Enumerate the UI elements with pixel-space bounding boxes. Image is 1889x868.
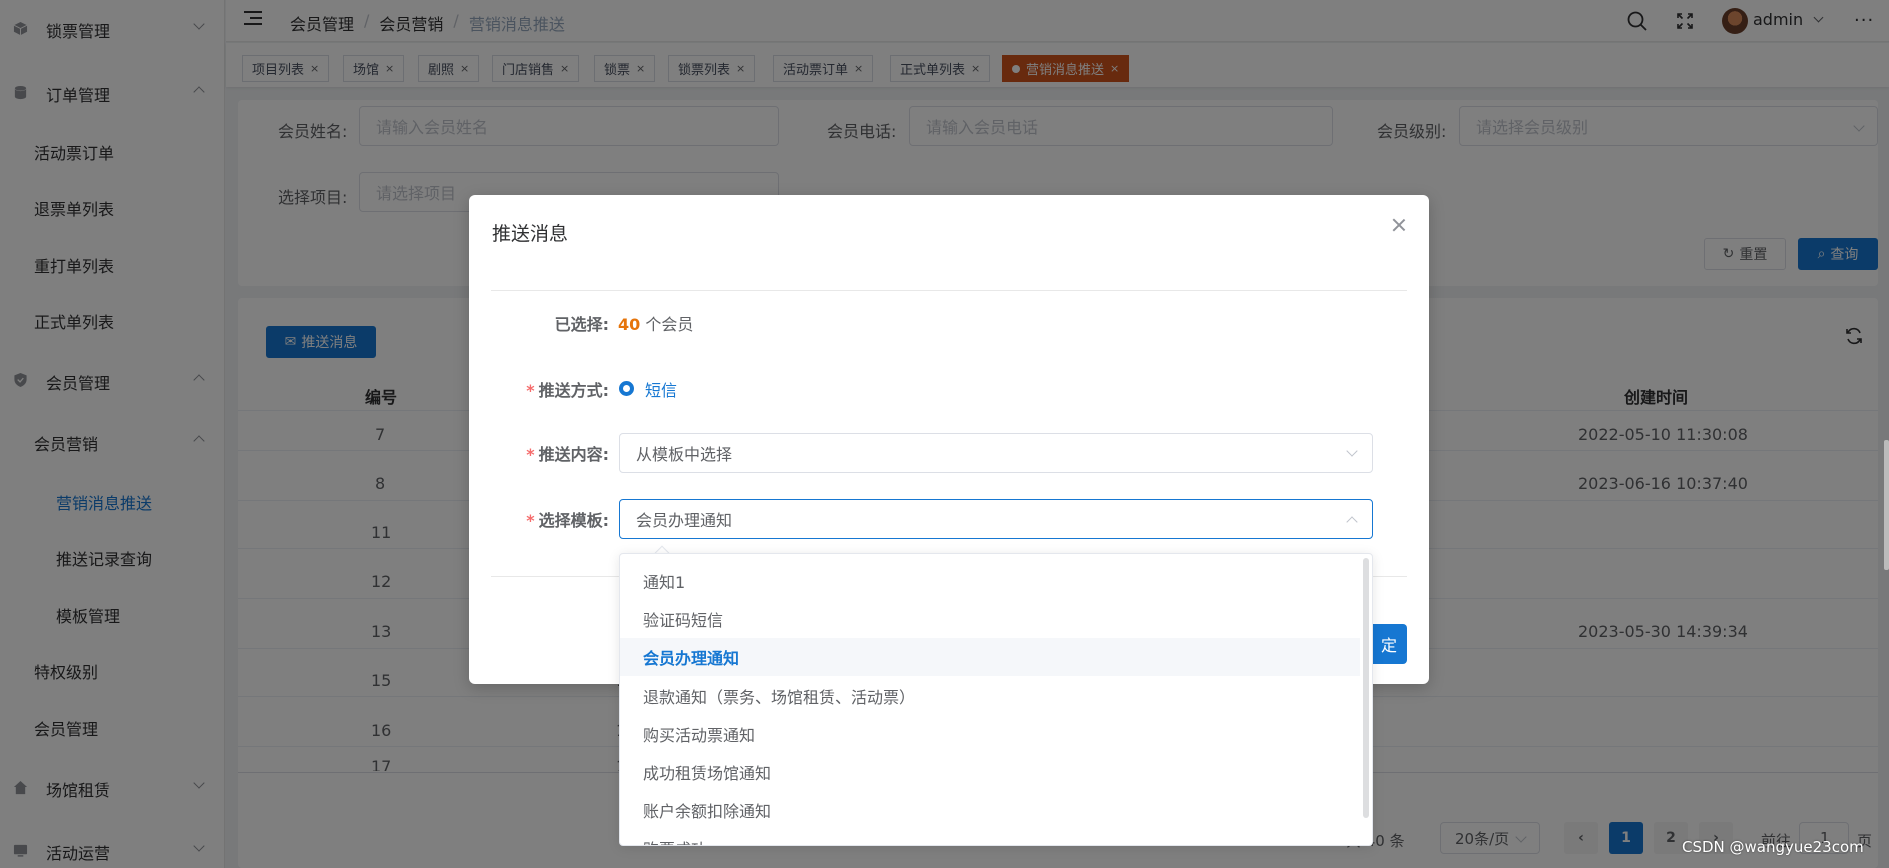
watermark: CSDN @wangyue23com [1682, 838, 1864, 856]
dropdown-scrollbar[interactable] [1363, 558, 1369, 818]
template-dropdown: 通知1 验证码短信 会员办理通知 退款通知（票务、场馆租赁、活动票） 购买活动票… [619, 553, 1373, 846]
chevron-down-icon [1346, 445, 1358, 457]
dropdown-option-selected[interactable]: 会员办理通知 [620, 638, 1360, 676]
dialog-title: 推送消息 [492, 223, 569, 245]
divider [491, 290, 1407, 291]
template-label-text: 选择模板: [538, 511, 609, 530]
chevron-up-icon [1346, 516, 1358, 528]
selected-count-value: 40 [618, 315, 641, 334]
sms-radio-label[interactable]: 短信 [645, 377, 677, 401]
dropdown-option[interactable]: 成功租赁场馆通知 [620, 753, 1360, 791]
dropdown-option[interactable]: 退款通知（票务、场馆租赁、活动票） [620, 677, 1360, 715]
dropdown-option[interactable]: 账户余额扣除通知 [620, 791, 1360, 829]
template-label: * 选择模板: [526, 511, 609, 530]
dropdown-option[interactable]: 购票成功 [620, 829, 1360, 845]
content-label-text: 推送内容: [538, 445, 609, 464]
method-label-text: 推送方式: [538, 381, 609, 400]
dropdown-option[interactable]: 验证码短信 [620, 600, 1360, 638]
page-scrollbar[interactable] [1884, 440, 1889, 570]
dropdown-option[interactable]: 购买活动票通知 [620, 715, 1360, 753]
dropdown-option[interactable]: 通知1 [620, 562, 1360, 600]
template-select-value: 会员办理通知 [636, 511, 733, 530]
content-select-value: 从模板中选择 [636, 445, 733, 464]
template-select[interactable]: 会员办理通知 [619, 499, 1373, 539]
method-label: * 推送方式: [526, 381, 609, 400]
selected-count: 40 个会员 [618, 311, 693, 335]
content-select[interactable]: 从模板中选择 [619, 433, 1373, 473]
sms-radio[interactable] [619, 381, 634, 396]
button-label: 定 [1380, 636, 1397, 655]
close-icon[interactable] [1391, 217, 1407, 233]
selected-label: 已选择: [554, 315, 609, 334]
selected-count-unit: 个会员 [645, 315, 694, 334]
content-label: * 推送内容: [526, 445, 609, 464]
